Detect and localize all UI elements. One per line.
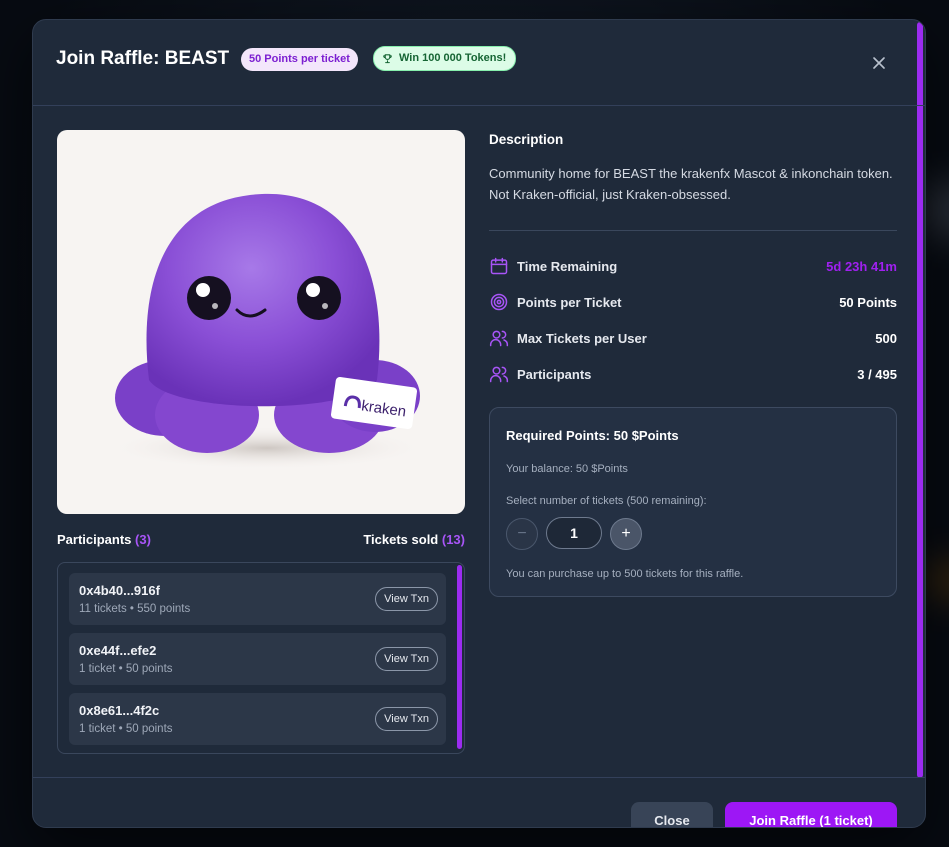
- stat-value: 3 / 495: [857, 367, 897, 382]
- modal-title: Join Raffle: BEAST: [56, 48, 230, 69]
- win-tokens-badge: Win 100 000 Tokens!: [373, 46, 517, 71]
- target-icon: [490, 293, 508, 311]
- participant-meta: 1 ticket • 50 points: [79, 663, 173, 675]
- balance-text: Your balance: 50 $Points: [506, 463, 628, 475]
- trophy-icon: [383, 54, 392, 64]
- points-per-ticket-badge: 50 Points per ticket: [241, 48, 358, 71]
- description-text: Community home for BEAST the krakenfx Ma…: [489, 166, 893, 202]
- view-txn-button[interactable]: View Txn: [375, 587, 438, 611]
- participant-address: 0x4b40...916f: [79, 583, 160, 598]
- join-raffle-button[interactable]: Join Raffle (1 ticket): [725, 802, 897, 827]
- decrement-button[interactable]: −: [506, 518, 538, 550]
- tickets-sold-label: Tickets sold (13): [363, 532, 465, 547]
- select-tickets-label: Select number of tickets (500 remaining)…: [506, 495, 707, 507]
- close-icon[interactable]: [869, 53, 889, 73]
- octopus-plush-image: kraken: [107, 193, 427, 470]
- close-button[interactable]: Close: [631, 802, 713, 827]
- modal-header: Join Raffle: BEAST 50 Points per ticket …: [33, 20, 925, 106]
- stat-label: Participants: [517, 367, 592, 382]
- raffle-image: kraken: [57, 130, 465, 514]
- participant-address: 0x8e61...4f2c: [79, 703, 160, 718]
- purchase-panel: Required Points: 50 $Points Your balance…: [489, 407, 897, 597]
- participants-header: Participants (3) Tickets sold (13): [57, 532, 465, 550]
- users-icon: [489, 330, 509, 347]
- stat-label: Time Remaining: [517, 259, 618, 274]
- stat-label: Max Tickets per User: [517, 331, 647, 346]
- divider: [489, 230, 897, 231]
- increment-button[interactable]: +: [610, 518, 642, 550]
- raffle-modal: Join Raffle: BEAST 50 Points per ticket …: [32, 19, 926, 828]
- modal-scrollbar[interactable]: [917, 22, 923, 778]
- purchase-limit-note: You can purchase up to 500 tickets for t…: [506, 568, 744, 580]
- footer-divider: [33, 777, 925, 778]
- stat-value: 50 Points: [839, 295, 897, 310]
- users-icon: [489, 366, 509, 383]
- stat-points-per-ticket: Points per Ticket 50 Points: [489, 292, 897, 314]
- participants-label: Participants (3): [57, 532, 151, 547]
- tickets-sold-count: (13): [441, 532, 465, 547]
- participants-scrollbar[interactable]: [457, 565, 462, 749]
- view-txn-button[interactable]: View Txn: [375, 647, 438, 671]
- participant-meta: 1 ticket • 50 points: [79, 723, 173, 735]
- stat-value: 5d 23h 41m: [826, 259, 897, 274]
- stat-max-tickets: Max Tickets per User 500: [489, 328, 897, 350]
- stat-participants: Participants 3 / 495: [489, 364, 897, 386]
- view-txn-button[interactable]: View Txn: [375, 707, 438, 731]
- participant-row: 0x4b40...916f 11 tickets • 550 points Vi…: [69, 573, 446, 625]
- participants-list[interactable]: 0x4b40...916f 11 tickets • 550 points Vi…: [57, 562, 465, 754]
- stat-value: 500: [875, 331, 897, 346]
- required-points: Required Points: 50 $Points: [506, 428, 679, 443]
- calendar-icon: [490, 257, 508, 275]
- participant-meta: 11 tickets • 550 points: [79, 603, 191, 615]
- participant-address: 0xe44f...efe2: [79, 643, 157, 658]
- stat-label: Points per Ticket: [517, 295, 622, 310]
- stat-time-remaining: Time Remaining 5d 23h 41m: [489, 256, 897, 278]
- participants-count: (3): [135, 532, 151, 547]
- ticket-quantity-input[interactable]: [546, 517, 602, 549]
- description-title: Description: [489, 132, 564, 147]
- participant-row: 0x8e61...4f2c 1 ticket • 50 points View …: [69, 693, 446, 745]
- win-tokens-label: Win 100 000 Tokens!: [399, 52, 507, 64]
- participant-row: 0xe44f...efe2 1 ticket • 50 points View …: [69, 633, 446, 685]
